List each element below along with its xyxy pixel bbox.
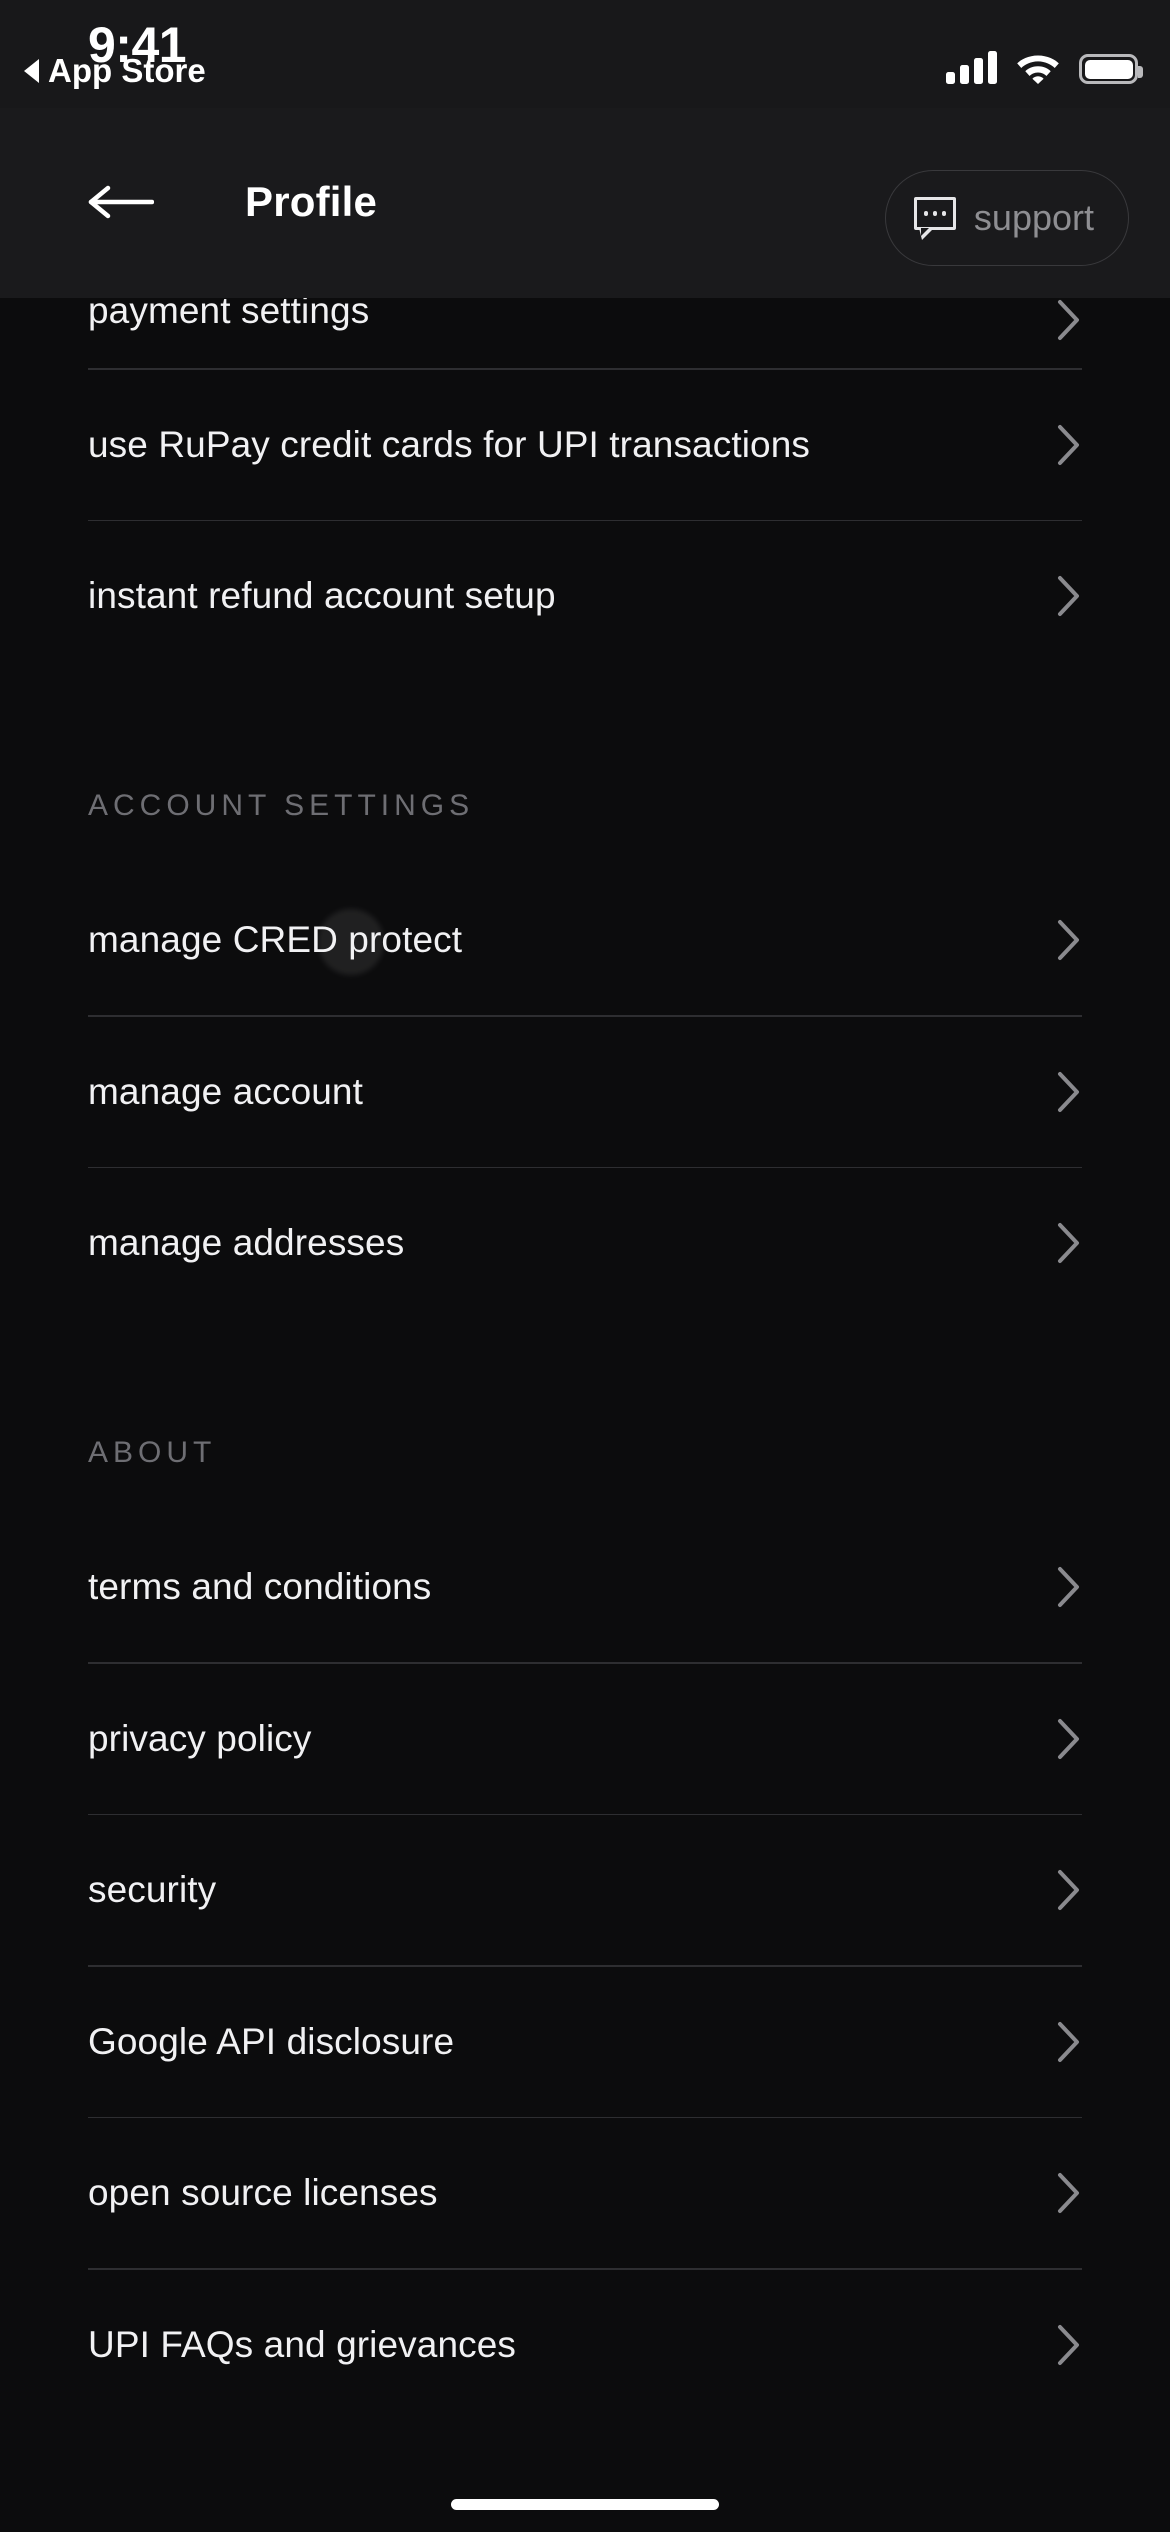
chevron-right-icon (1056, 1070, 1082, 1114)
status-bar-indicators (946, 46, 1143, 84)
settings-row[interactable]: UPI FAQs and grievances (88, 2270, 1082, 2420)
chevron-right-icon (1056, 1565, 1082, 1609)
chevron-right-icon (1056, 1717, 1082, 1761)
return-app-label: App Store (48, 52, 206, 89)
section-heading: ACCOUNT SETTINGS (88, 789, 475, 822)
status-bar: 9:41 App Store (0, 0, 1170, 108)
settings-row-label: payment settings (88, 298, 370, 331)
back-triangle-icon (24, 59, 39, 83)
settings-row[interactable]: open source licenses (88, 2118, 1082, 2268)
phone-screen: 9:41 App Store Profile support payment s… (0, 0, 1170, 2532)
settings-row[interactable]: instant refund account setup (88, 521, 1082, 671)
settings-row-label: UPI FAQs and grievances (88, 2323, 516, 2365)
chevron-right-icon (1056, 2323, 1082, 2367)
arrow-left-icon (88, 185, 154, 219)
settings-row-label: security (88, 1869, 217, 1910)
settings-row[interactable]: terms and conditions (88, 1512, 1082, 1662)
chevron-right-icon (1056, 298, 1082, 342)
page-title: Profile (245, 178, 378, 225)
speech-bubble-icon (913, 197, 956, 240)
settings-row[interactable]: privacy policy (88, 1664, 1082, 1814)
chevron-right-icon (1056, 918, 1082, 962)
chevron-right-icon (1056, 2171, 1082, 2215)
section-heading: ABOUT (88, 1436, 217, 1469)
settings-list[interactable]: payment settings use RuPay credit cards f… (0, 298, 1170, 2532)
settings-row[interactable]: payment settings (88, 298, 1082, 368)
support-button-label: support (973, 197, 1094, 238)
settings-row[interactable]: manage account (88, 1017, 1082, 1167)
cellular-bars-icon (946, 50, 997, 84)
settings-row-label: instant refund account setup (88, 575, 556, 616)
settings-row[interactable]: manage addresses (88, 1168, 1082, 1318)
back-button[interactable] (88, 176, 154, 228)
settings-row-label: manage account (88, 1070, 363, 1112)
settings-row-label: terms and conditions (88, 1566, 432, 1607)
settings-row-label: manage addresses (88, 1222, 405, 1263)
chevron-right-icon (1056, 574, 1082, 618)
support-button[interactable]: support (884, 170, 1129, 266)
settings-row[interactable]: security (88, 1815, 1082, 1965)
settings-row-label: use RuPay credit cards for UPI transacti… (88, 423, 810, 465)
settings-row-label: Google API disclosure (88, 2020, 455, 2062)
chevron-right-icon (1056, 1221, 1082, 1265)
home-indicator (451, 2499, 719, 2510)
settings-row-label: privacy policy (88, 1717, 312, 1759)
settings-row[interactable]: use RuPay credit cards for UPI transacti… (88, 370, 1082, 520)
battery-full-icon (1079, 54, 1143, 84)
settings-row[interactable]: manage CRED protect (88, 865, 1082, 1015)
settings-row[interactable]: Google API disclosure (88, 1967, 1082, 2117)
settings-row-label: manage CRED protect (88, 919, 463, 960)
chevron-right-icon (1056, 2020, 1082, 2064)
navigation-header: Profile support (0, 108, 1170, 298)
wifi-icon (1016, 50, 1060, 84)
settings-row-label: open source licenses (88, 2172, 438, 2213)
return-to-app-store-button[interactable]: App Store (24, 52, 206, 90)
chevron-right-icon (1056, 423, 1082, 467)
chevron-right-icon (1056, 1868, 1082, 1912)
